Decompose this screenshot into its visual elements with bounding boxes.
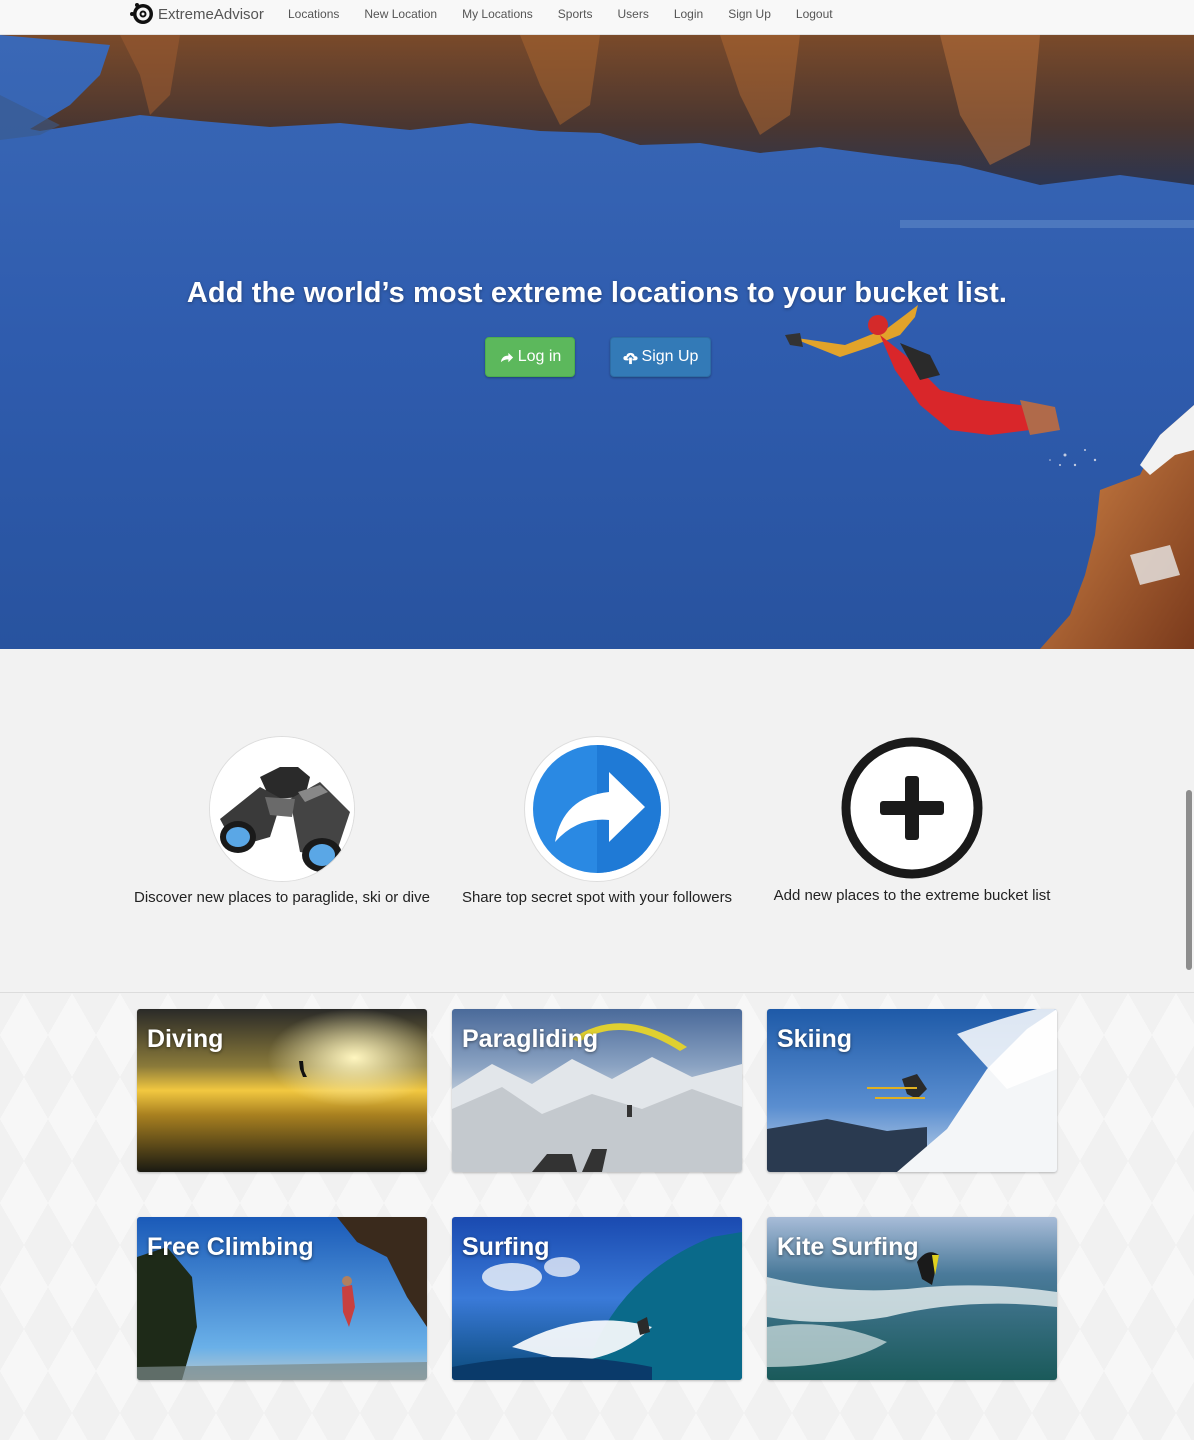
nav-sign-up[interactable]: Sign Up (728, 7, 771, 21)
brand-name: ExtremeAdvisor (158, 5, 264, 23)
plus-circle-icon (841, 737, 983, 879)
sport-label-diving: Diving (147, 1025, 224, 1053)
share-arrow-icon (533, 745, 661, 873)
sport-tile-paragliding[interactable]: Paragliding (452, 1009, 742, 1172)
hero-banner: Add the world’s most extreme locations t… (0, 35, 1194, 649)
top-navbar: ExtremeAdvisor Locations New Location My… (0, 0, 1194, 35)
sport-tile-skiing[interactable]: Skiing (767, 1009, 1057, 1172)
sport-tile-diving[interactable]: Diving (137, 1009, 427, 1172)
sport-label-skiing: Skiing (777, 1025, 853, 1053)
feature-add-text: Add new places to the extreme bucket lis… (773, 887, 1051, 904)
logo-icon (130, 3, 153, 24)
share-arrow-icon (500, 352, 513, 362)
nav-users[interactable]: Users (617, 7, 648, 21)
signup-button-label: Sign Up (641, 348, 699, 365)
hero-login-button[interactable]: Log in (485, 337, 575, 377)
brand-link[interactable]: ExtremeAdvisor (128, 0, 264, 28)
feature-share-text: Share top secret spot with your follower… (461, 889, 733, 906)
nav-login[interactable]: Login (674, 7, 703, 21)
feature-share: Share top secret spot with your follower… (447, 736, 747, 906)
page-scrollbar-thumb[interactable] (1186, 790, 1192, 970)
sport-tile-free-climbing[interactable]: Free Climbing (137, 1217, 427, 1380)
nav-logout[interactable]: Logout (796, 7, 833, 21)
nav-sports[interactable]: Sports (558, 7, 593, 21)
features-section: Discover new places to paraglide, ski or… (0, 649, 1194, 993)
feature-icon-circle (209, 736, 355, 882)
nav-new-location[interactable]: New Location (364, 7, 437, 21)
hero-headline: Add the world’s most extreme locations t… (186, 277, 1008, 309)
sport-label-kite-surfing: Kite Surfing (777, 1233, 919, 1261)
sports-section: Diving Paragliding Skiing Free Climbing … (0, 993, 1194, 1440)
feature-icon-circle (524, 736, 670, 882)
login-button-label: Log in (517, 348, 562, 365)
sport-label-surfing: Surfing (462, 1233, 550, 1261)
cloud-upload-icon (622, 352, 638, 364)
feature-discover-text: Discover new places to paraglide, ski or… (134, 889, 430, 906)
feature-icon-circle (840, 736, 984, 880)
feature-discover: Discover new places to paraglide, ski or… (132, 736, 432, 906)
hero-signup-button[interactable]: Sign Up (610, 337, 711, 377)
nav-my-locations[interactable]: My Locations (462, 7, 533, 21)
sport-label-paragliding: Paragliding (462, 1025, 599, 1053)
sport-label-free-climbing: Free Climbing (147, 1233, 314, 1261)
nav-menu: Locations New Location My Locations Spor… (288, 0, 858, 28)
binoculars-icon (210, 737, 354, 881)
hero-background-image (0, 35, 1194, 649)
sport-tile-kite-surfing[interactable]: Kite Surfing (767, 1217, 1057, 1380)
sport-tile-surfing[interactable]: Surfing (452, 1217, 742, 1380)
nav-locations[interactable]: Locations (288, 7, 339, 21)
feature-add: Add new places to the extreme bucket lis… (762, 736, 1062, 904)
